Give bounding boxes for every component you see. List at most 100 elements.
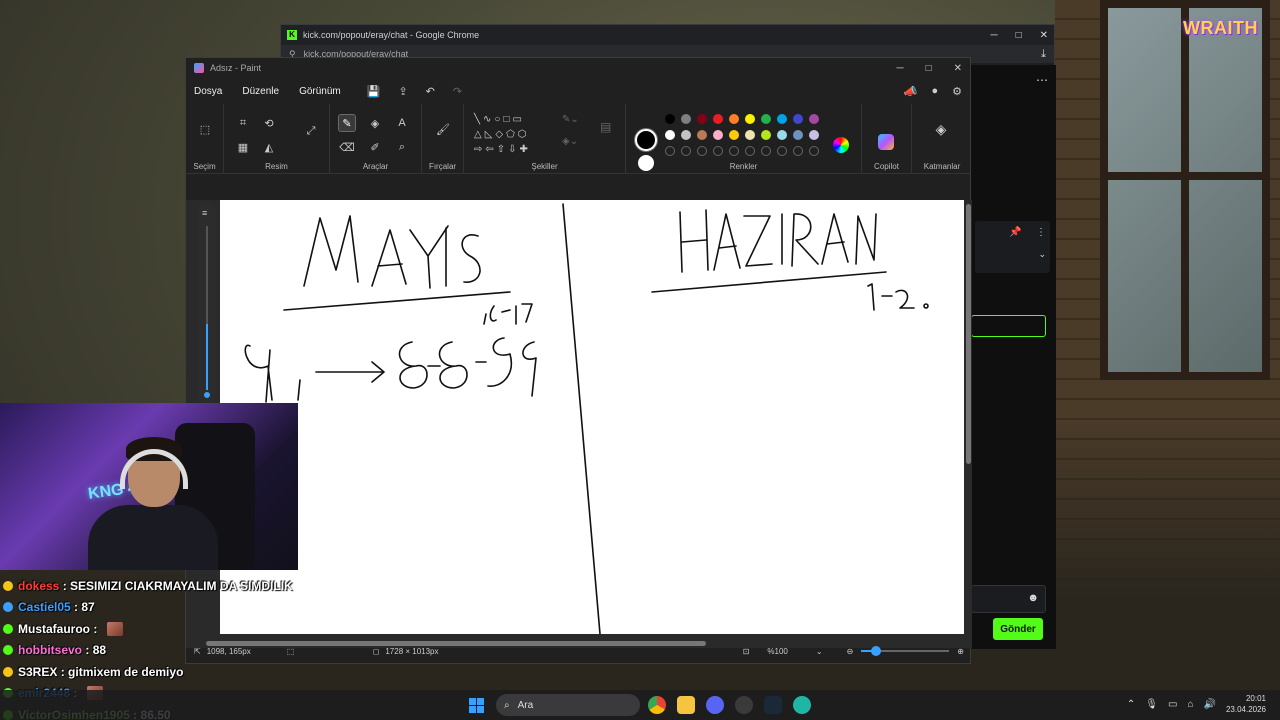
color-swatch[interactable] [761, 130, 771, 140]
color-swatch[interactable] [761, 114, 771, 124]
chat-username[interactable]: hobbitsevo [18, 643, 82, 657]
close-icon[interactable]: ✕ [1040, 30, 1048, 41]
highlighted-chat-box[interactable] [971, 315, 1046, 337]
color-swatch[interactable] [697, 114, 707, 124]
copilot-icon[interactable] [878, 134, 894, 150]
primary-color[interactable] [635, 129, 657, 151]
custom-color-slot[interactable] [745, 146, 755, 156]
custom-color-slot[interactable] [777, 146, 787, 156]
color-swatch[interactable] [713, 114, 723, 124]
paint-window[interactable]: Adsız - Paint ─ □ ✕ Dosya Düzenle Görünü… [185, 57, 972, 664]
send-button[interactable]: Gönder [993, 618, 1043, 640]
microphone-icon[interactable]: 🎙 [1145, 699, 1158, 710]
account-icon[interactable]: ● [931, 85, 938, 98]
edit-colors-icon[interactable] [833, 137, 849, 153]
color-swatch[interactable] [729, 130, 739, 140]
custom-color-slot[interactable] [681, 146, 691, 156]
color-swatch[interactable] [793, 130, 803, 140]
chevron-down-icon[interactable]: ⌄ [816, 647, 823, 656]
taskbar-search[interactable]: ⌕ Ara [496, 694, 640, 716]
resize-icon[interactable]: ⤢ [302, 122, 320, 140]
settings-gear-icon[interactable]: ⚙ [952, 85, 962, 98]
kebab-menu-icon[interactable]: ⋮ [1036, 227, 1046, 238]
fill-bucket-icon[interactable]: ◈ [366, 114, 384, 132]
color-swatch[interactable] [713, 130, 723, 140]
maximize-icon[interactable]: □ [926, 63, 932, 74]
brush-size-slider[interactable]: ≡ [198, 204, 216, 404]
announcement-icon[interactable]: 📣 [904, 85, 918, 98]
network-icon[interactable]: ⌂ [1187, 699, 1193, 710]
chrome-titlebar[interactable]: K kick.com/popout/eray/chat - Google Chr… [281, 25, 1054, 45]
color-swatch[interactable] [777, 130, 787, 140]
layers-icon[interactable]: ◈ [932, 120, 950, 138]
zoom-slider[interactable] [861, 646, 950, 656]
drawing-canvas[interactable] [220, 200, 964, 635]
slider-thumb[interactable] [202, 390, 212, 400]
custom-color-slot[interactable] [761, 146, 771, 156]
menu-file[interactable]: Dosya [194, 86, 222, 97]
color-swatch[interactable] [665, 114, 675, 124]
custom-color-slot[interactable] [729, 146, 739, 156]
color-swatch[interactable] [745, 114, 755, 124]
zoom-in-icon[interactable]: ⊕ [957, 647, 964, 656]
file-explorer-icon[interactable] [677, 696, 695, 714]
chat-username[interactable]: dokess [18, 579, 59, 593]
discord-icon[interactable] [706, 696, 724, 714]
color-swatch[interactable] [809, 114, 819, 124]
zoom-slider-thumb[interactable] [871, 646, 882, 656]
rotate-icon[interactable]: ⟲ [260, 114, 278, 132]
brush-icon[interactable]: 🖌 [434, 120, 452, 138]
maximize-icon[interactable]: □ [1016, 30, 1022, 41]
chat-username[interactable]: Castiel05 [18, 600, 71, 614]
share-icon[interactable]: ⇪ [398, 85, 407, 98]
color-swatch[interactable] [697, 130, 707, 140]
shapes-gallery[interactable]: ╲∿○□▭ △◺◇⬠⬡ ⇨⇦⇧⇩✚ [474, 112, 550, 157]
zoom-out-icon[interactable]: ⊖ [847, 647, 854, 656]
color-swatch[interactable] [777, 114, 787, 124]
pinned-message[interactable]: 📌 ⋮ ⌄ [975, 221, 1050, 273]
save-icon[interactable]: 💾 [367, 85, 381, 98]
magnifier-icon[interactable]: ⌕ [393, 138, 411, 156]
volume-icon[interactable]: 🔊 [1204, 699, 1216, 710]
minimize-icon[interactable]: ─ [990, 30, 997, 41]
crop-icon[interactable]: ⌗ [234, 114, 252, 132]
chevron-down-icon[interactable]: ⌄ [1038, 249, 1046, 260]
color-swatch[interactable] [681, 114, 691, 124]
pin-icon[interactable]: 📌 [1009, 227, 1021, 238]
clock-app-icon[interactable] [735, 696, 753, 714]
download-icon[interactable]: ⤓ [1041, 48, 1046, 61]
display-icon[interactable]: ▭ [1168, 699, 1177, 710]
custom-color-slot[interactable] [713, 146, 723, 156]
color-swatch[interactable] [809, 130, 819, 140]
selection-icon[interactable]: ⬚ [196, 120, 214, 138]
edge-browser-icon[interactable] [793, 696, 811, 714]
menu-edit[interactable]: Düzenle [242, 86, 279, 97]
shape-outline-icon[interactable]: ✎⌄ [562, 114, 579, 125]
image-select-icon[interactable]: ▦ [234, 138, 252, 156]
color-swatch[interactable] [681, 130, 691, 140]
flip-icon[interactable]: ◭ [260, 138, 278, 156]
chat-username[interactable]: S3REX [18, 665, 57, 679]
close-icon[interactable]: ✕ [954, 63, 962, 74]
more-options-icon[interactable]: ⋯ [1036, 73, 1048, 87]
chat-input[interactable]: ☻ [971, 585, 1046, 613]
vertical-scrollbar[interactable] [964, 200, 972, 648]
shape-style-icon[interactable]: ▤ [600, 120, 611, 134]
color-swatch[interactable] [745, 130, 755, 140]
tray-expand-icon[interactable]: ⌃ [1127, 699, 1135, 710]
color-picker-icon[interactable]: ✐ [366, 138, 384, 156]
chrome-app-icon[interactable] [648, 696, 666, 714]
custom-color-slot[interactable] [809, 146, 819, 156]
undo-icon[interactable]: ↶ [426, 85, 435, 98]
color-swatch[interactable] [793, 114, 803, 124]
custom-color-slot[interactable] [697, 146, 707, 156]
minimize-icon[interactable]: ─ [896, 63, 903, 74]
redo-icon[interactable]: ↷ [453, 85, 462, 98]
pencil-icon[interactable]: ✎ [338, 114, 356, 132]
custom-color-slot[interactable] [665, 146, 675, 156]
system-clock[interactable]: 20:01 23.04.2026 [1226, 693, 1266, 715]
eraser-icon[interactable]: ⌫ [338, 138, 356, 156]
windows-start-icon[interactable] [469, 698, 484, 713]
text-tool-icon[interactable]: A [393, 114, 411, 132]
emoji-icon[interactable]: ☻ [1027, 592, 1039, 604]
